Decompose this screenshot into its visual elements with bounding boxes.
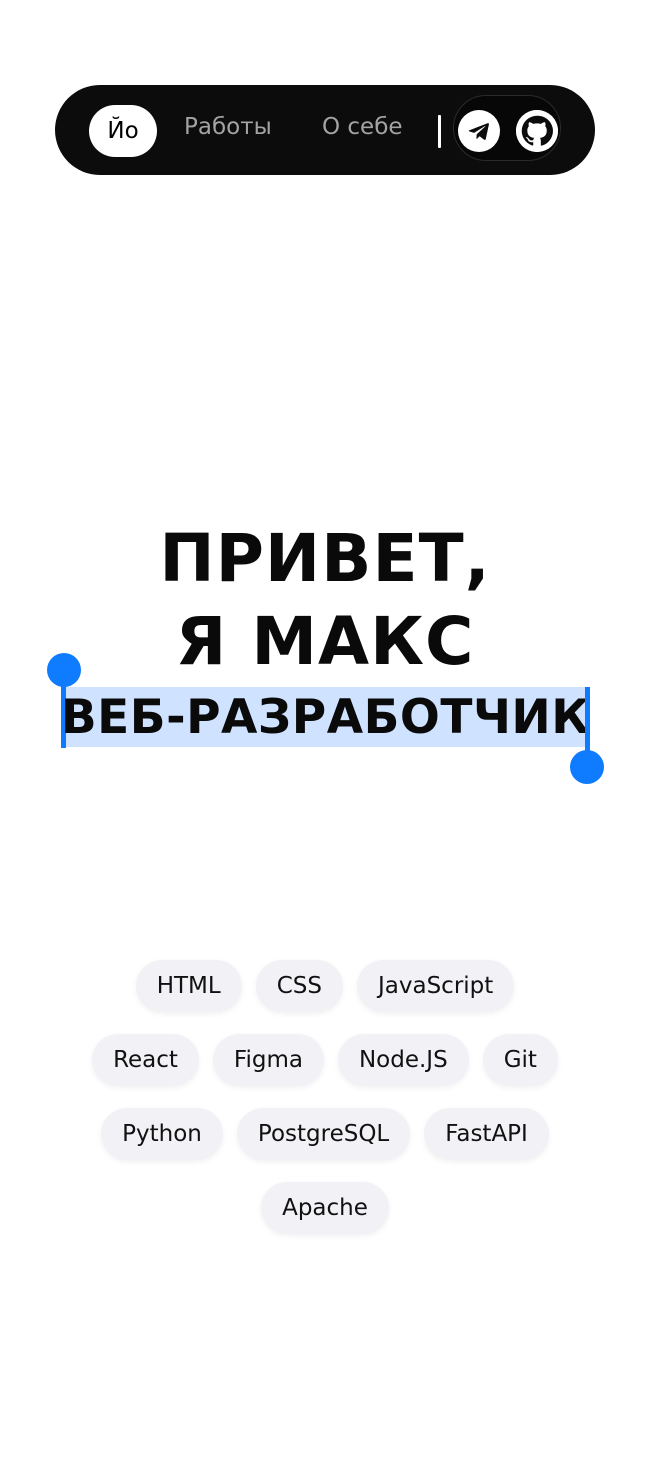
- skill-chip: Apache: [261, 1182, 389, 1234]
- skill-chip: Figma: [212, 1034, 324, 1086]
- nav-link-works[interactable]: Работы: [184, 114, 272, 140]
- skill-chip: React: [92, 1034, 199, 1086]
- skills-row: React Figma Node.JS Git: [0, 1034, 650, 1086]
- skill-chip: Python: [101, 1108, 223, 1160]
- selection-handle-start[interactable]: [47, 653, 81, 687]
- telegram-icon: [468, 123, 489, 140]
- github-icon: [516, 110, 558, 152]
- telegram-link[interactable]: [458, 110, 500, 152]
- nav-divider: [438, 115, 441, 148]
- page: Йо Работы О себе ПРИВЕТ, Я МАКС ВЕБ-РАЗР…: [0, 0, 650, 1484]
- hero-greeting: ПРИВЕТ,: [159, 520, 491, 597]
- nav-home-button[interactable]: Йо: [89, 105, 157, 157]
- skills-row: Apache: [0, 1182, 650, 1234]
- top-nav: Йо Работы О себе: [55, 85, 595, 175]
- skills-row: Python PostgreSQL FastAPI: [0, 1108, 650, 1160]
- skill-chip: PostgreSQL: [236, 1108, 411, 1160]
- skills-list: HTML CSS JavaScript React Figma Node.JS …: [0, 960, 650, 1256]
- skill-chip: Node.JS: [337, 1034, 469, 1086]
- skill-chip: CSS: [255, 960, 343, 1012]
- skill-chip: Git: [482, 1034, 558, 1086]
- skill-chip: HTML: [135, 960, 242, 1012]
- selection-handle-end[interactable]: [570, 750, 604, 784]
- github-link[interactable]: [516, 110, 558, 152]
- skill-chip: FastAPI: [424, 1108, 549, 1160]
- nav-link-about[interactable]: О себе: [322, 114, 403, 140]
- skill-chip: JavaScript: [356, 960, 515, 1012]
- skills-row: HTML CSS JavaScript: [0, 960, 650, 1012]
- hero-name: Я МАКС: [175, 603, 475, 680]
- hero-role-highlight: ВЕБ-РАЗРАБОТЧИК: [61, 687, 590, 747]
